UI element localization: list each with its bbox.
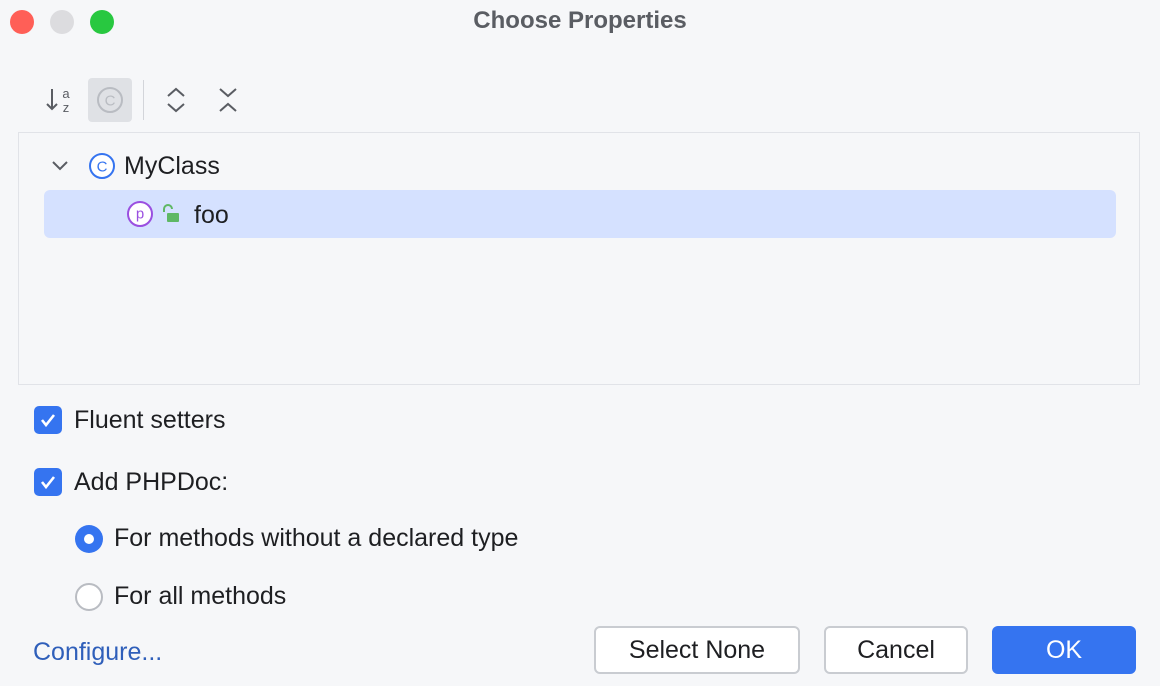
fluent-setters-checkbox[interactable] [34, 406, 62, 434]
sort-alphabetically-button[interactable]: a z [38, 78, 82, 122]
toolbar-separator [143, 80, 144, 120]
expand-all-icon [167, 87, 185, 113]
configure-link[interactable]: Configure... [33, 636, 162, 668]
select-none-button[interactable]: Select None [594, 626, 800, 674]
sort-alphabetically-icon: a z [46, 86, 70, 115]
radio-all-methods[interactable] [75, 583, 103, 611]
dialog-title: Choose Properties [473, 7, 687, 34]
cancel-button[interactable]: Cancel [824, 626, 968, 674]
add-phpdoc-label[interactable]: Add PHPDoc: [74, 466, 228, 498]
collapse-all-button[interactable] [206, 78, 250, 122]
fluent-setters-label[interactable]: Fluent setters [74, 404, 225, 436]
checkmark-icon [40, 414, 56, 428]
checkmark-icon [40, 476, 56, 490]
svg-text:z: z [63, 100, 70, 115]
add-phpdoc-checkbox[interactable] [34, 468, 62, 496]
tree-node-myclass[interactable]: MyClass [124, 150, 220, 182]
show-classes-icon: C [97, 87, 123, 113]
tree-node-foo[interactable]: foo [194, 199, 229, 231]
ok-button[interactable]: OK [992, 626, 1136, 674]
show-classes-toggle[interactable]: C [88, 78, 132, 122]
svg-text:C: C [105, 93, 116, 110]
radio-methods-without-type-label[interactable]: For methods without a declared type [114, 522, 518, 554]
svg-text:p: p [136, 206, 144, 223]
chevron-down-icon[interactable] [48, 154, 72, 178]
collapse-all-icon [219, 88, 237, 112]
svg-text:C: C [97, 159, 108, 176]
radio-all-methods-label[interactable]: For all methods [114, 580, 286, 612]
radio-methods-without-type[interactable] [75, 525, 103, 553]
property-icon: p [126, 200, 154, 228]
public-unlock-icon [160, 204, 182, 224]
expand-all-button[interactable] [154, 78, 198, 122]
radio-dot [84, 534, 94, 544]
svg-text:a: a [62, 86, 70, 101]
class-icon: C [88, 152, 116, 180]
